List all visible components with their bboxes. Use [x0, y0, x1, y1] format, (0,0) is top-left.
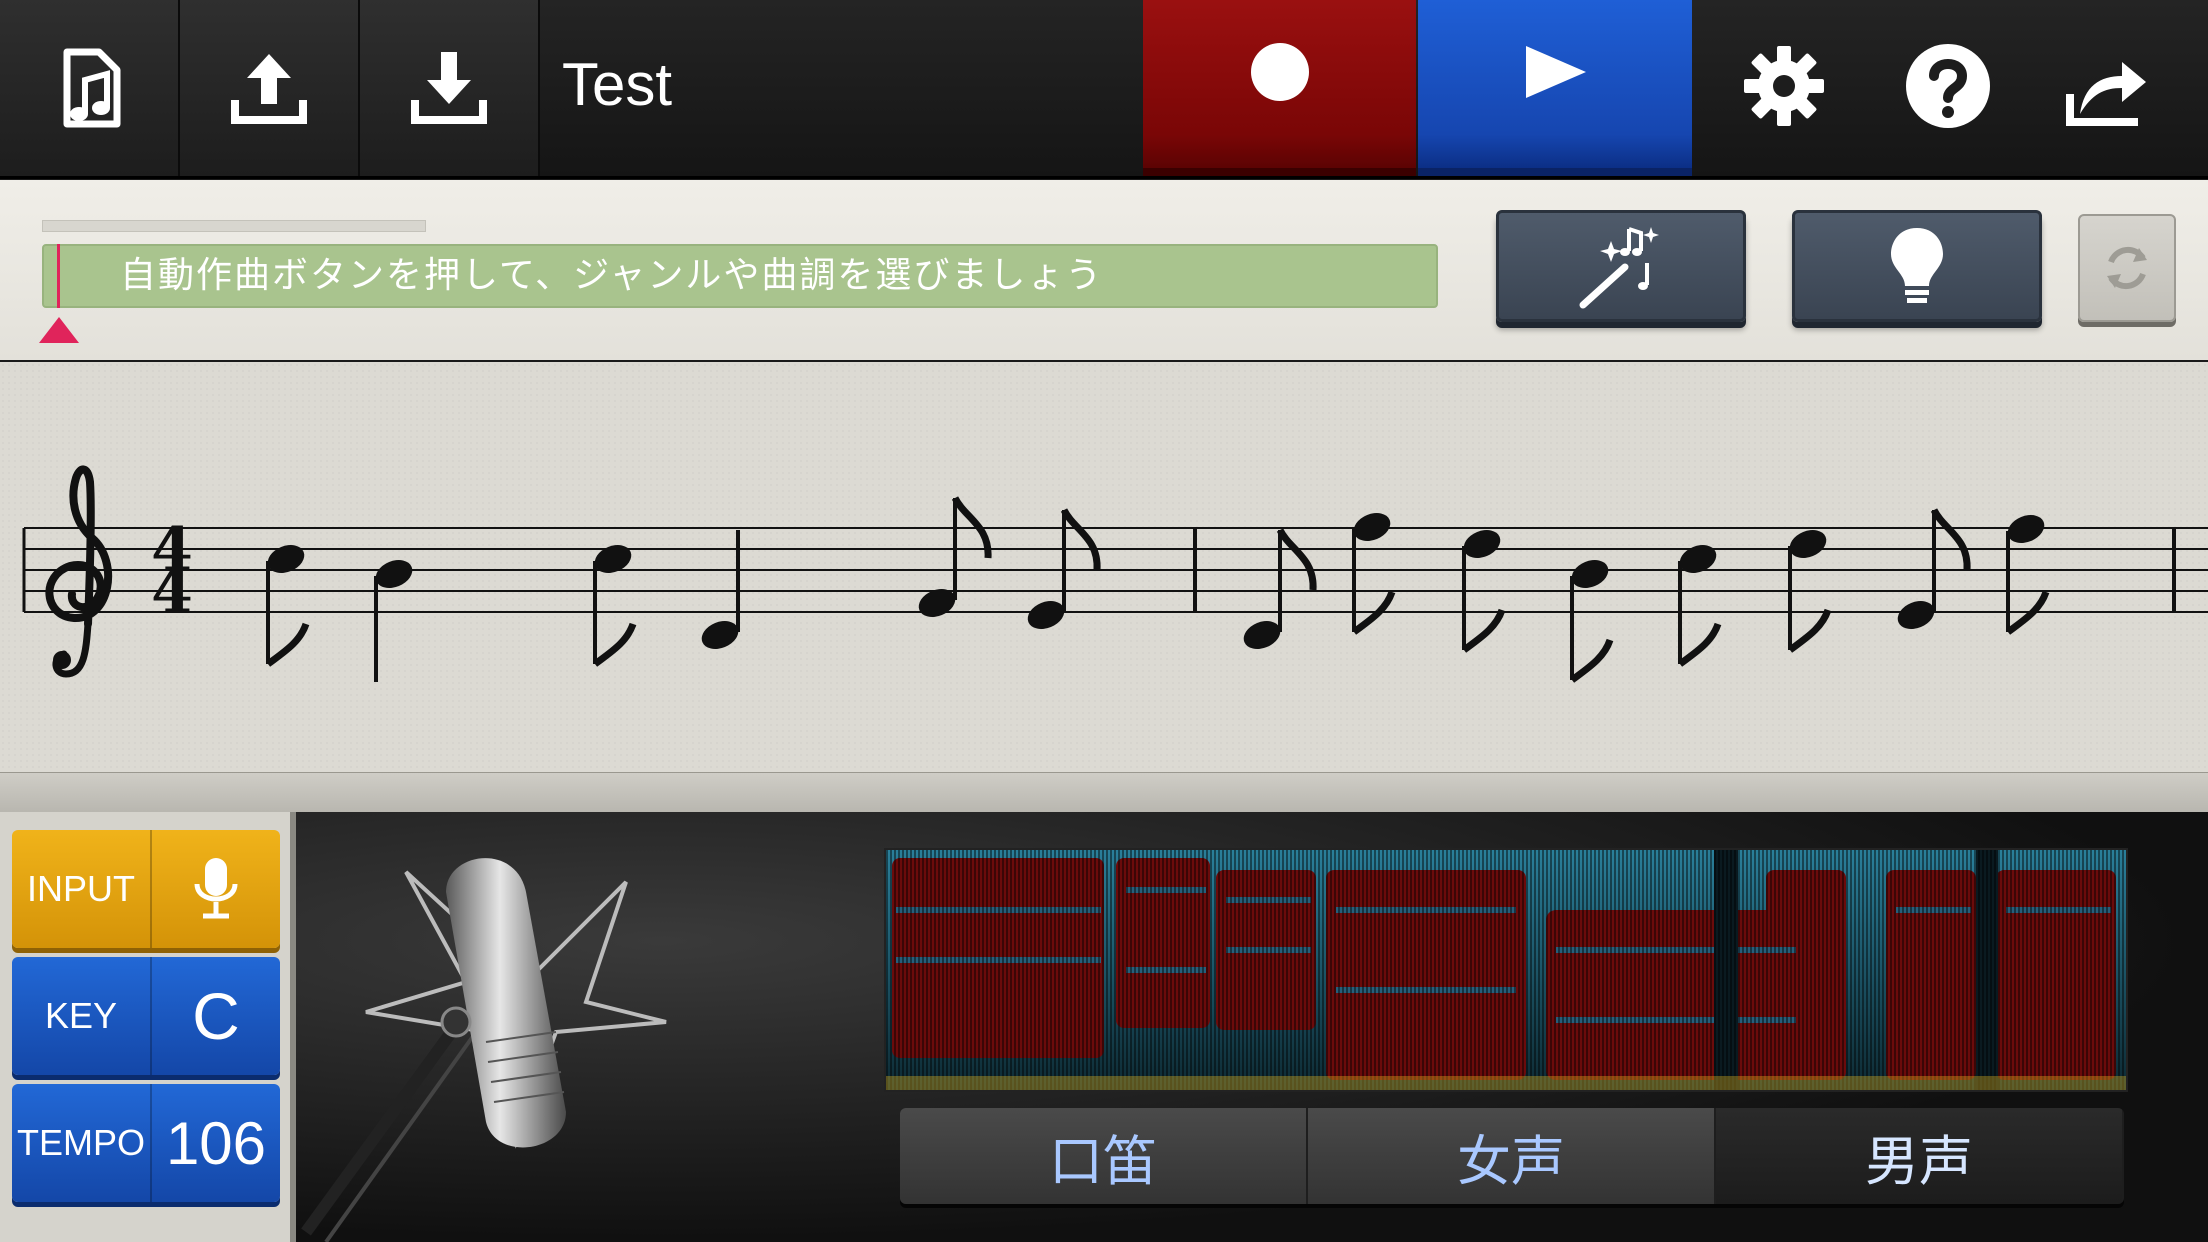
note[interactable] [915, 496, 992, 622]
input-label: INPUT [12, 830, 152, 948]
auto-compose-button[interactable] [1496, 210, 1746, 322]
magic-wand-music-icon [1579, 227, 1659, 309]
song-list-button[interactable] [0, 0, 180, 176]
note[interactable] [372, 555, 417, 682]
note[interactable] [1460, 525, 1506, 653]
note[interactable] [264, 540, 310, 667]
voice-tab-whistle[interactable]: 口笛 [900, 1108, 1308, 1204]
note[interactable] [591, 540, 637, 667]
voice-tab-male[interactable]: 男声 [1716, 1108, 2124, 1204]
gear-icon[interactable] [1736, 38, 1832, 134]
hint-message: 自動作曲ボタンを押して、ジャンルや曲調を選びましょう [42, 244, 1438, 308]
key-value: C [192, 979, 240, 1053]
score-staff[interactable]: 4 4 [0, 362, 2208, 772]
voice-tab-female[interactable]: 女声 [1308, 1108, 1716, 1204]
play-button[interactable] [1418, 0, 1692, 176]
tempo-label: TEMPO [12, 1084, 152, 1202]
composition-panel: 自動作曲ボタンを押して、ジャンルや曲調を選びましょう [0, 180, 2208, 360]
key-button[interactable]: KEY C [12, 957, 280, 1075]
toolbar: Test [0, 0, 2208, 179]
upload-icon [231, 54, 307, 124]
record-icon [1250, 43, 1309, 101]
progress-track [42, 220, 426, 232]
song-title[interactable]: Test [562, 50, 672, 119]
playhead-line [57, 244, 60, 308]
note[interactable] [1676, 540, 1722, 667]
microphone-image [301, 858, 667, 1242]
record-button[interactable] [1143, 0, 1416, 176]
time-signature-bottom: 4 [151, 557, 193, 627]
hint-button[interactable] [1792, 210, 2042, 322]
download-icon [411, 52, 487, 124]
microphone-icon [152, 830, 280, 948]
tempo-value: 106 [165, 1109, 267, 1177]
note[interactable] [1568, 555, 1614, 683]
voice-type-tabs: 口笛 女声 男声 [900, 1108, 2124, 1204]
input-button[interactable]: INPUT [12, 830, 280, 948]
input-panel: INPUT KEY C TEMPO 106 口笛 女声 男声 [0, 812, 2208, 1242]
music-file-icon [63, 48, 121, 128]
note[interactable] [1786, 525, 1832, 653]
help-icon[interactable] [1900, 38, 1996, 134]
tempo-button[interactable]: TEMPO 106 [12, 1084, 280, 1202]
key-label: KEY [12, 957, 152, 1075]
staff-scroll-strip[interactable] [0, 772, 2208, 813]
download-button[interactable] [360, 0, 540, 176]
play-icon [1526, 46, 1586, 98]
upload-button[interactable] [180, 0, 360, 176]
control-column: INPUT KEY C TEMPO 106 [0, 812, 296, 1242]
lightbulb-icon [1891, 228, 1943, 303]
staff-svg: 4 4 [22, 465, 2208, 683]
treble-clef-icon [45, 465, 113, 678]
playhead-marker[interactable] [39, 317, 79, 343]
refresh-icon [2107, 246, 2147, 290]
pitch-spectrogram [884, 848, 2128, 1092]
share-icon[interactable] [2056, 38, 2152, 134]
refresh-button[interactable] [2078, 214, 2176, 322]
